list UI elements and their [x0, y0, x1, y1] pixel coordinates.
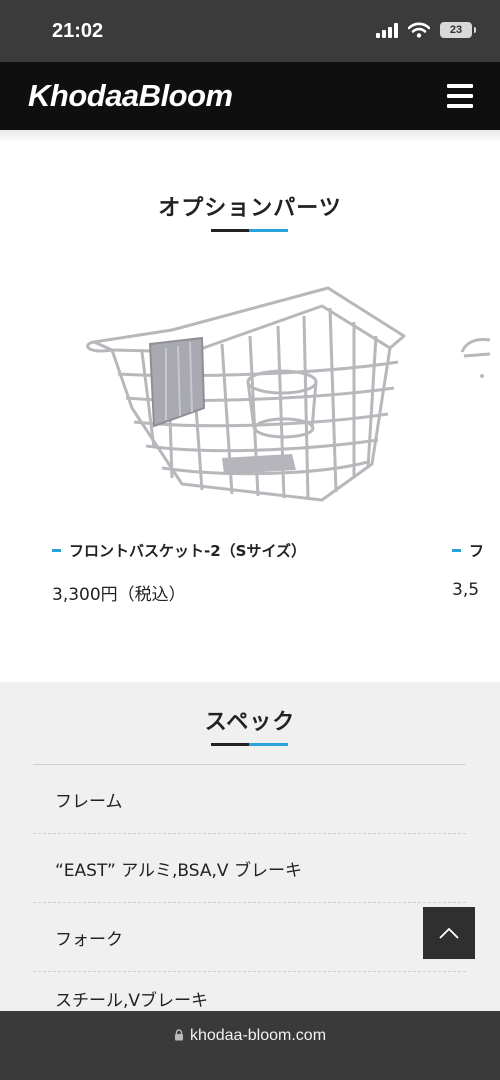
browser-address-bar[interactable]: khodaa-bloom.com — [0, 1011, 500, 1080]
product-name-text: フロントバスケット-2（Sサイズ） — [69, 542, 307, 560]
product-price: 3,300円（税込） — [52, 585, 186, 605]
site-header: KhodaaBloom — [0, 62, 500, 130]
url-text: khodaa-bloom.com — [189, 1027, 327, 1044]
scroll-top-button[interactable] — [423, 907, 475, 959]
chevron-up-icon — [439, 927, 459, 939]
options-title-underline — [211, 229, 288, 232]
spec-row: フレーム — [33, 765, 466, 834]
product-bullet — [452, 549, 461, 552]
product-name[interactable]: フ — [452, 540, 484, 561]
product-bullet — [52, 549, 61, 552]
header-shadow — [0, 130, 500, 142]
spec-title-underline — [211, 743, 288, 746]
url-display[interactable]: khodaa-bloom.com — [0, 1027, 500, 1045]
spec-row: スチール,Vブレーキ — [33, 972, 466, 1012]
lock-icon — [174, 1029, 183, 1041]
battery-icon: 23 — [440, 22, 476, 38]
next-product-image — [460, 338, 491, 378]
front-basket-image — [86, 286, 406, 502]
status-icons: 23 — [376, 22, 476, 38]
spec-row: “EAST” アルミ,BSA,V ブレーキ — [33, 834, 466, 903]
hamburger-menu-icon[interactable] — [447, 82, 473, 110]
spec-table: フレーム “EAST” アルミ,BSA,V ブレーキ フォーク スチール,Vブレ… — [33, 764, 466, 1012]
cellular-signal-icon — [376, 22, 398, 38]
product-card-front-basket[interactable]: フロントバスケット-2（Sサイズ） 3,300円（税込） — [52, 278, 422, 608]
options-section-title: オプションパーツ — [158, 196, 342, 221]
brand-logo[interactable]: KhodaaBloom — [28, 78, 233, 114]
battery-level: 23 — [449, 24, 463, 36]
spec-section-title: スペック — [204, 710, 296, 735]
wifi-icon — [408, 22, 430, 38]
spec-row: フォーク — [33, 903, 466, 972]
product-name[interactable]: フロントバスケット-2（Sサイズ） — [52, 540, 306, 561]
status-time: 21:02 — [52, 20, 104, 42]
product-name-text: フ — [469, 542, 485, 560]
product-price: 3,5 — [452, 580, 480, 600]
status-bar: 21:02 23 — [0, 0, 500, 62]
product-card-next[interactable]: フ 3,5 — [452, 278, 500, 608]
